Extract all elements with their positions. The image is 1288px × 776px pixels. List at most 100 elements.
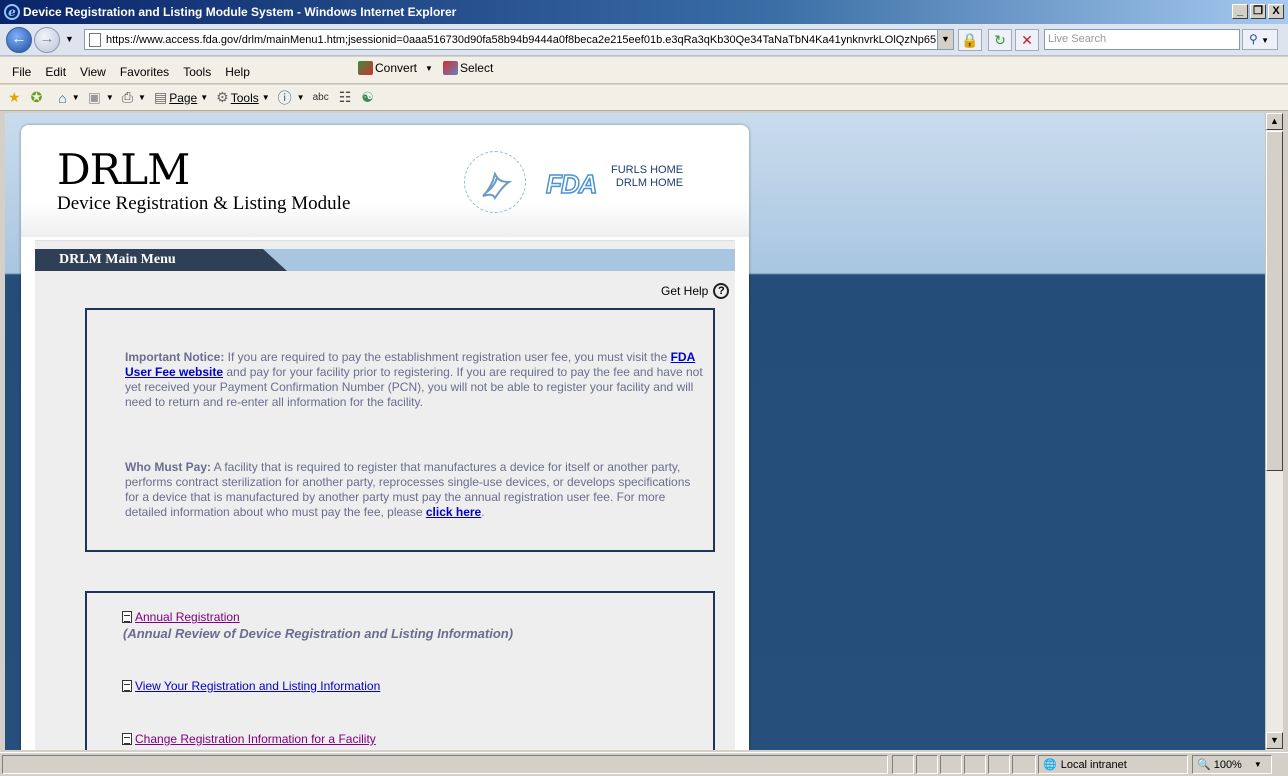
command-bar: ★ ✪ ⌂ ▼ ▣ ▼ ⎙ ▼ ▤ Page ▼ ⚙ Tools ▼ ⓘ ▼ abc ☷ ☯	[0, 85, 1288, 111]
window-controls: _ ❐ X	[1232, 4, 1284, 19]
spellcheck-button[interactable]: abc	[313, 92, 331, 103]
status-cell	[988, 755, 1010, 774]
content-viewport: DRLM Device Registration & Listing Modul…	[5, 113, 1265, 750]
get-help-link[interactable]: Get Help ?	[661, 283, 730, 299]
url-dropdown[interactable]: ▼	[937, 30, 953, 49]
research-button[interactable]: ☷	[339, 89, 354, 106]
status-text	[2, 755, 888, 774]
notice-box: Important Notice: If you are required to…	[85, 308, 715, 552]
spellcheck-icon: abc	[312, 92, 329, 103]
page-header: DRLM Device Registration & Listing Modul…	[21, 125, 749, 237]
zoom-level[interactable]: 🔍 100% ▼	[1192, 755, 1272, 774]
menu-file[interactable]: File	[5, 65, 38, 79]
zoom-dropdown[interactable]: ▼	[1254, 760, 1262, 769]
list-item: Annual Registration	[122, 610, 240, 624]
list-item: Change Registration Information for a Fa…	[122, 732, 376, 746]
convert-toolbar: Convert ▼ Select	[358, 61, 493, 75]
feeds-icon: ▣	[87, 89, 101, 105]
hhs-seal-icon	[464, 151, 526, 213]
drlm-home-link[interactable]: DRLM HOME	[611, 177, 683, 190]
gear-icon: ⚙	[216, 89, 229, 105]
add-favorites-icon[interactable]: ✪	[31, 89, 45, 106]
menu-view[interactable]: View	[73, 65, 113, 79]
tools-menu-button[interactable]: ⚙ Tools ▼	[216, 89, 270, 106]
research-icon: ☷	[338, 89, 352, 105]
feeds-button[interactable]: ▣ ▼	[88, 89, 114, 106]
url-field[interactable]: https://www.access.fda.gov/drlm/mainMenu…	[84, 29, 954, 50]
section-title: DRLM Main Menu	[35, 249, 287, 271]
messenger-icon: ☯	[361, 89, 374, 105]
close-button[interactable]: X	[1268, 4, 1284, 19]
convert-dropdown[interactable]: ▼	[425, 64, 433, 73]
restore-button[interactable]: ❐	[1250, 4, 1266, 19]
browser-window: e Device Registration and Listing Module…	[0, 0, 1288, 776]
status-cell	[916, 755, 938, 774]
intranet-globe-icon: 🌐	[1043, 759, 1057, 771]
status-bar: 🌐 Local intranet 🔍 100% ▼	[0, 752, 1288, 776]
print-button[interactable]: ⎙ ▼	[122, 89, 146, 106]
furls-home-link[interactable]: FURLS HOME	[611, 164, 683, 177]
header-links: FURLS HOME DRLM HOME	[611, 164, 683, 190]
change-registration-link[interactable]: Change Registration Information for a Fa…	[135, 732, 376, 746]
scroll-thumb[interactable]	[1266, 131, 1283, 471]
home-button[interactable]: ⌂ ▼	[58, 90, 79, 106]
status-cell	[964, 755, 986, 774]
who-must-pay: Who Must Pay: A facility that is require…	[125, 460, 691, 519]
help-circle-icon: ⓘ	[277, 89, 292, 106]
annual-registration-link[interactable]: Annual Registration	[135, 610, 240, 624]
click-here-link[interactable]: click here	[426, 505, 481, 519]
fda-logo: FDA	[545, 168, 598, 200]
address-bar: ← → ▼ https://www.access.fda.gov/drlm/ma…	[0, 24, 1288, 56]
page-panel: DRLM Device Registration & Listing Modul…	[21, 125, 749, 750]
menu-bar: File Edit View Favorites Tools Help Conv…	[0, 57, 1288, 84]
document-icon	[122, 680, 132, 692]
search-button[interactable]: ⚲ ▼	[1242, 29, 1278, 50]
drlm-logo: DRLM	[57, 145, 190, 194]
convert-button[interactable]: Convert	[375, 61, 417, 75]
list-item: View Your Registration and Listing Infor…	[122, 679, 380, 693]
status-cell	[892, 755, 914, 774]
status-cell	[940, 755, 962, 774]
view-registration-link[interactable]: View Your Registration and Listing Infor…	[135, 679, 380, 693]
recent-pages-dropdown[interactable]: ▼	[65, 34, 74, 44]
document-icon	[122, 611, 132, 623]
main-content: DRLM Main Menu Get Help ? Important Noti…	[35, 240, 735, 750]
menu-edit[interactable]: Edit	[38, 65, 73, 79]
menu-help[interactable]: Help	[218, 65, 257, 79]
help-icon: ?	[713, 283, 730, 299]
page-menu-button[interactable]: ▤ Page ▼	[154, 89, 208, 106]
home-icon: ⌂	[58, 89, 67, 106]
registration-links-box: Annual Registration (Annual Review of De…	[85, 591, 715, 750]
messenger-button[interactable]: ☯	[361, 89, 376, 106]
refresh-icon[interactable]: ↻	[988, 29, 1012, 51]
lock-icon[interactable]: 🔒	[958, 29, 982, 51]
help-menu-button[interactable]: ⓘ ▼	[278, 88, 305, 108]
scroll-down-button[interactable]: ▼	[1266, 732, 1283, 749]
search-input[interactable]: Live Search	[1044, 29, 1240, 50]
select-button[interactable]: Select	[460, 61, 493, 75]
minimize-button[interactable]: _	[1232, 4, 1248, 19]
document-icon	[122, 733, 132, 745]
menu-tools[interactable]: Tools	[176, 65, 218, 79]
annual-registration-description: (Annual Review of Device Registration an…	[123, 626, 514, 641]
select-icon	[442, 61, 458, 75]
status-cell	[1012, 755, 1036, 774]
back-button[interactable]: ←	[6, 27, 32, 53]
print-icon: ⎙	[121, 89, 134, 105]
internet-explorer-icon: e	[4, 4, 20, 20]
drlm-subtitle: Device Registration & Listing Module	[57, 193, 351, 214]
page-menu-icon: ▤	[153, 89, 168, 105]
menu-favorites[interactable]: Favorites	[113, 65, 176, 79]
forward-button[interactable]: →	[34, 27, 60, 53]
window-title: Device Registration and Listing Module S…	[23, 5, 457, 19]
security-zone[interactable]: 🌐 Local intranet	[1038, 755, 1188, 774]
title-bar: e Device Registration and Listing Module…	[0, 0, 1288, 24]
favorites-star-icon[interactable]: ★	[8, 89, 23, 106]
convert-icon	[358, 61, 373, 75]
stop-icon[interactable]: ✕	[1015, 29, 1039, 51]
url-text: https://www.access.fda.gov/drlm/mainMenu…	[106, 33, 937, 46]
section-header-strip: DRLM Main Menu	[35, 249, 735, 271]
important-notice: Important Notice: If you are required to…	[125, 350, 703, 409]
scroll-up-button[interactable]: ▲	[1266, 113, 1283, 130]
vertical-scrollbar[interactable]: ▲ ▼	[1265, 113, 1283, 750]
